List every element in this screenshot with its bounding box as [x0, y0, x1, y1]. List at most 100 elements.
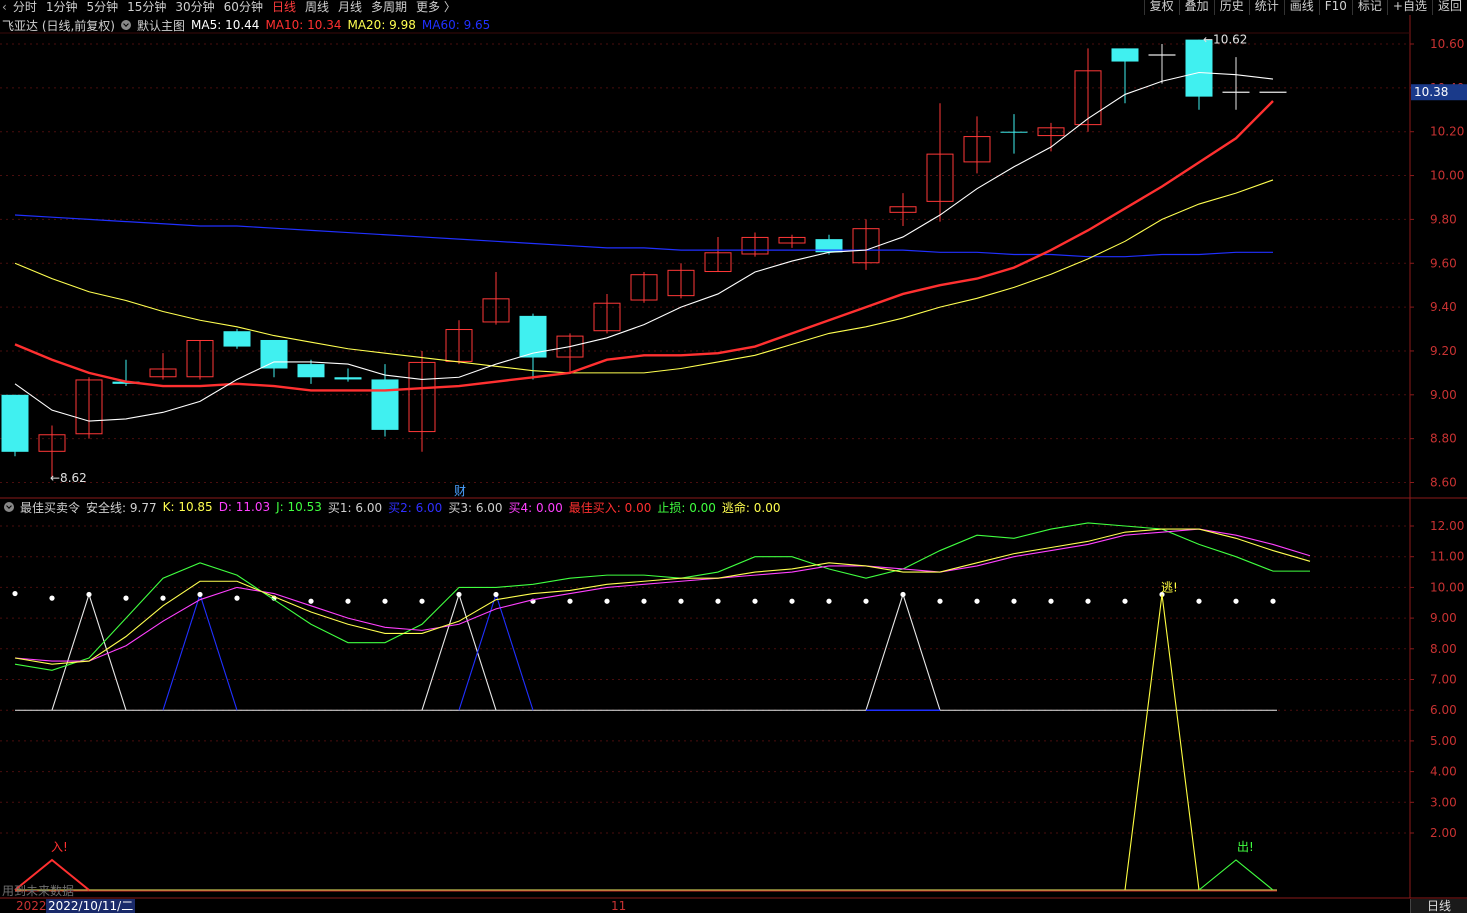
safe-line-dot [826, 598, 832, 604]
buy1-value: 买1: 6.00 [327, 500, 383, 515]
stock-title: 飞亚达 (日线,前复权) [2, 18, 115, 33]
buy2-spike [458, 592, 534, 711]
best-buy-value: 最佳买入: 0.00 [568, 500, 652, 515]
escape-value: 逃命: 0.00 [721, 500, 781, 515]
indicator-tick-label: 11.00 [1430, 550, 1464, 564]
safe-line-dot [937, 598, 943, 604]
buy2-value: 买2: 6.00 [388, 500, 443, 515]
escape-label: 逃! [1161, 580, 1178, 594]
date-prefix: 2022 [16, 899, 47, 913]
buy-spike [51, 592, 127, 711]
safe-line-dot [715, 598, 721, 604]
cursor-date: 2022/10/11/二 [46, 899, 136, 913]
price-tick-label: 9.80 [1430, 212, 1457, 226]
ma10-line [14, 100, 1274, 392]
price-tick-label: 8.80 [1430, 432, 1457, 446]
buy3-value: 买3: 6.00 [448, 500, 503, 515]
price-tick-label: 8.60 [1430, 476, 1457, 490]
candle-body [371, 379, 399, 430]
safe-line-dot [308, 598, 314, 604]
safe-line-dot [12, 590, 18, 597]
indicator-header: 最佳买卖令 安全线: 9.77 K: 10.85 D: 11.03 J: 10.… [0, 499, 787, 515]
indicator-tick-label: 8.00 [1430, 642, 1457, 656]
safe-line-dot [900, 591, 906, 598]
price-tick-label: 10.60 [1430, 37, 1464, 51]
price-tick-label: 10.20 [1430, 125, 1464, 139]
chevron-down-icon[interactable] [121, 20, 131, 30]
safe-line-dot [1011, 598, 1017, 604]
safe-line-dot [86, 591, 92, 598]
candle-body [1000, 131, 1028, 133]
indicator-tick-label: 6.00 [1430, 703, 1457, 717]
indicator-tick-label: 10.00 [1430, 580, 1464, 594]
price-tick-label: 9.60 [1430, 256, 1457, 270]
price-tick-label: 9.40 [1430, 300, 1457, 314]
safe-line-dot [234, 595, 240, 601]
indicator-tick-label: 3.00 [1430, 795, 1457, 809]
d-line [14, 528, 1311, 662]
ma10-value: MA10: 10.34 [265, 18, 342, 32]
safe-line-dot [160, 595, 166, 601]
safe-line-dot [493, 591, 499, 598]
exit-spike [1198, 859, 1274, 891]
price-tick-label: 9.00 [1430, 388, 1457, 402]
candle-body [223, 331, 251, 347]
ma60-line [14, 214, 1273, 258]
ma5-value: MA5: 10.44 [191, 18, 260, 32]
month-mark: 11 [611, 899, 627, 913]
safe-line-dot [456, 591, 462, 598]
exit-label: 出! [1237, 840, 1254, 854]
buy2-spike [162, 592, 238, 711]
indicator-tick-label: 4.00 [1430, 765, 1457, 779]
ma20-value: MA20: 9.98 [347, 18, 416, 32]
indicator-tick-label: 5.00 [1430, 734, 1457, 748]
indicator-tick-label: 12.00 [1430, 519, 1464, 533]
safe-line-dot [1085, 598, 1091, 604]
safe-line-dot [1233, 598, 1239, 604]
safe-line-dot [382, 598, 388, 604]
safe-line-dot [1048, 598, 1054, 604]
safe-line-dot [197, 591, 203, 598]
safe-line-dot [604, 598, 610, 604]
chart-template[interactable]: 默认主图 [137, 17, 185, 34]
current-price-label: 10.38 [1414, 85, 1448, 99]
price-tick-label: 10.00 [1430, 169, 1464, 183]
buy-spike [865, 592, 941, 711]
low-label: ←8.62 [50, 471, 87, 485]
buy-spike [421, 592, 497, 711]
safe-line-dot [567, 598, 573, 604]
candle-body [297, 364, 325, 378]
safe-line-dot [752, 598, 758, 604]
price-tick-label: 9.20 [1430, 344, 1457, 358]
future-data-note: 用到未来数据 [2, 884, 75, 898]
safe-line-dot [789, 598, 795, 604]
escape-spike [1124, 594, 1200, 891]
indicator-tick-label: 7.00 [1430, 673, 1457, 687]
indicator-title[interactable]: 最佳买卖令 [20, 499, 80, 516]
candle-body [1111, 48, 1139, 62]
chevron-down-icon[interactable] [4, 502, 14, 512]
k-value: K: 10.85 [162, 500, 213, 514]
safe-line-dot [123, 595, 129, 601]
candle-body [1, 394, 29, 452]
ma60-value: MA60: 9.65 [421, 18, 491, 32]
period-tab[interactable]: 日线 [1410, 899, 1467, 913]
safe-line-dot [863, 598, 869, 604]
high-label: ←10.62 [1203, 33, 1247, 47]
buy4-value: 买4: 0.00 [508, 500, 563, 515]
candle-body [334, 377, 362, 380]
safe-line-dot [345, 598, 351, 604]
safe-line-value: 安全线: 9.77 [86, 500, 157, 515]
safe-line-dot [49, 595, 55, 601]
finance-mark: 财 [454, 484, 466, 498]
main-chart-header: 飞亚达 (日线,前复权) 默认主图 MA5: 10.44 MA10: 10.34… [0, 17, 496, 33]
indicator-tick-label: 2.00 [1430, 826, 1457, 840]
safe-line-dot [974, 598, 980, 604]
candle-body [1185, 39, 1213, 97]
chart-canvas[interactable]: 10.6010.4010.2010.009.809.609.409.209.00… [0, 0, 1467, 913]
safe-line-dot [1196, 598, 1202, 604]
stop-loss-value: 止损: 0.00 [657, 500, 716, 515]
j-value: J: 10.53 [276, 500, 322, 514]
indicator-tick-label: 9.00 [1430, 611, 1457, 625]
safe-line-dot [1122, 598, 1128, 604]
